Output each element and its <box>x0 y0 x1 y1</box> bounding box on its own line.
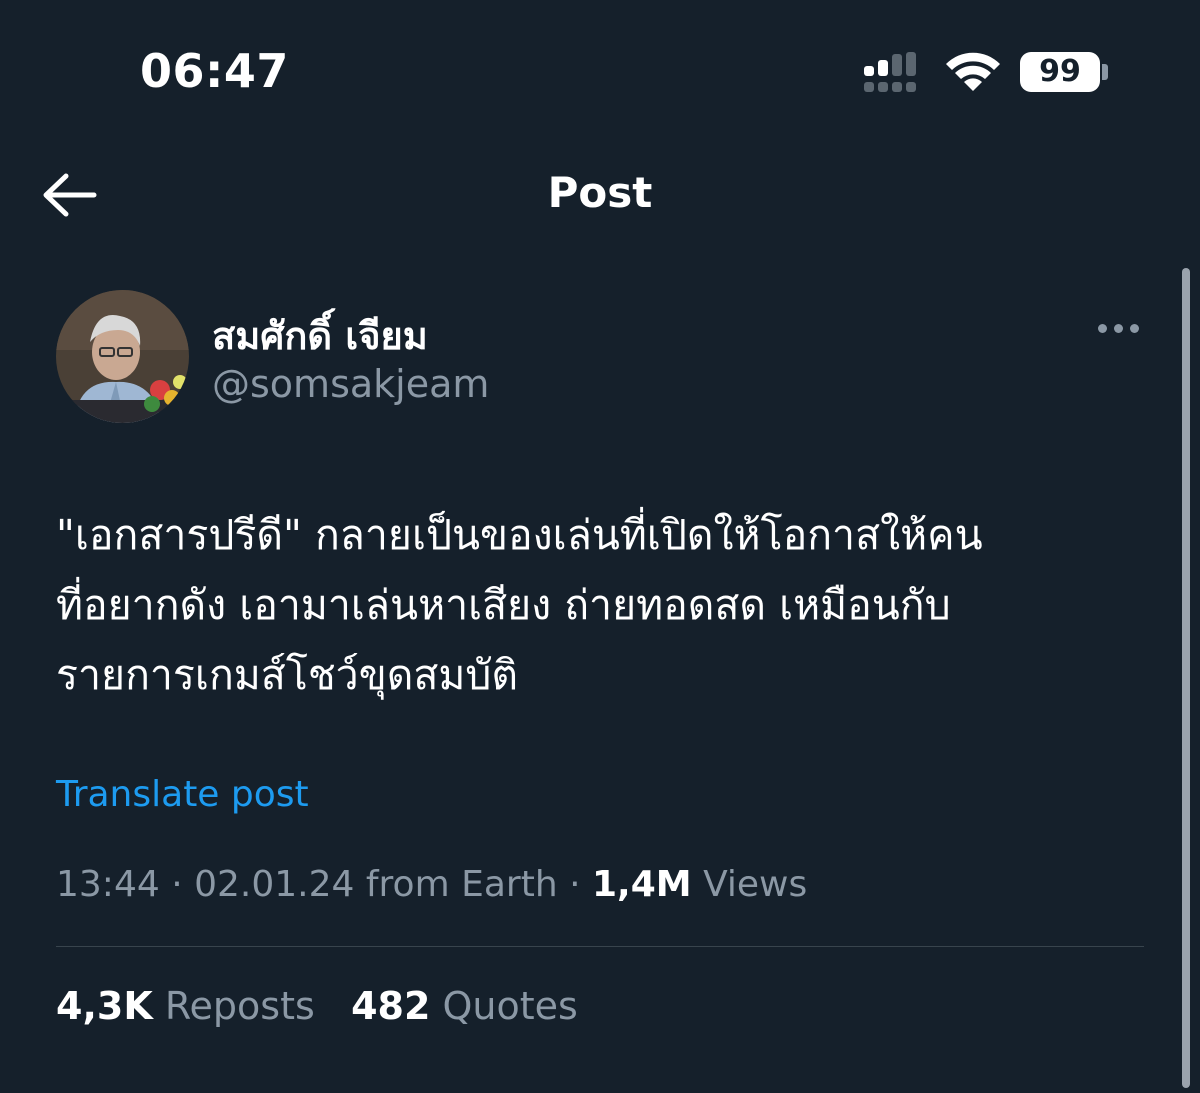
post-meta: 13:44 · 02.01.24 from Earth · 1,4M Views <box>56 864 807 905</box>
quotes-label: Quotes <box>442 984 578 1028</box>
views-label[interactable]: Views <box>703 864 807 905</box>
scrollbar[interactable] <box>1182 268 1190 1088</box>
post-location: from Earth <box>365 864 558 905</box>
post-stats: 4,3K Reposts 482 Quotes <box>56 984 578 1028</box>
post-time: 13:44 <box>56 864 160 905</box>
quotes-stat[interactable]: 482 Quotes <box>351 984 578 1028</box>
author-display-name[interactable]: สมศักดิ์ เจียม <box>212 305 428 366</box>
post-text: "เอกสารปรีดี" กลายเป็นของเล่นที่เปิดให้โ… <box>56 511 983 699</box>
reposts-stat[interactable]: 4,3K Reposts <box>56 984 327 1028</box>
meta-separator: · <box>171 864 183 905</box>
reposts-label: Reposts <box>164 984 315 1028</box>
translate-post-link[interactable]: Translate post <box>56 774 309 815</box>
meta-separator: · <box>569 864 581 905</box>
author-handle[interactable]: @somsakjeam <box>212 362 489 406</box>
nav-header: Post <box>0 150 1200 240</box>
page-title: Post <box>547 168 653 217</box>
quotes-count: 482 <box>351 984 431 1028</box>
views-count[interactable]: 1,4M <box>592 864 692 905</box>
avatar-photo <box>56 290 189 423</box>
status-time: 06:47 <box>140 44 289 98</box>
reposts-count: 4,3K <box>56 984 153 1028</box>
battery-terminal <box>1102 64 1108 80</box>
post-date: 02.01.24 <box>194 864 355 905</box>
signal-icon <box>864 52 916 92</box>
wifi-icon <box>946 52 1000 91</box>
more-horizontal-icon[interactable] <box>1094 316 1144 342</box>
status-bar: 06:47 99 <box>0 0 1200 140</box>
divider <box>56 946 1144 947</box>
avatar[interactable] <box>56 290 189 423</box>
battery-icon: 99 <box>1020 52 1100 92</box>
